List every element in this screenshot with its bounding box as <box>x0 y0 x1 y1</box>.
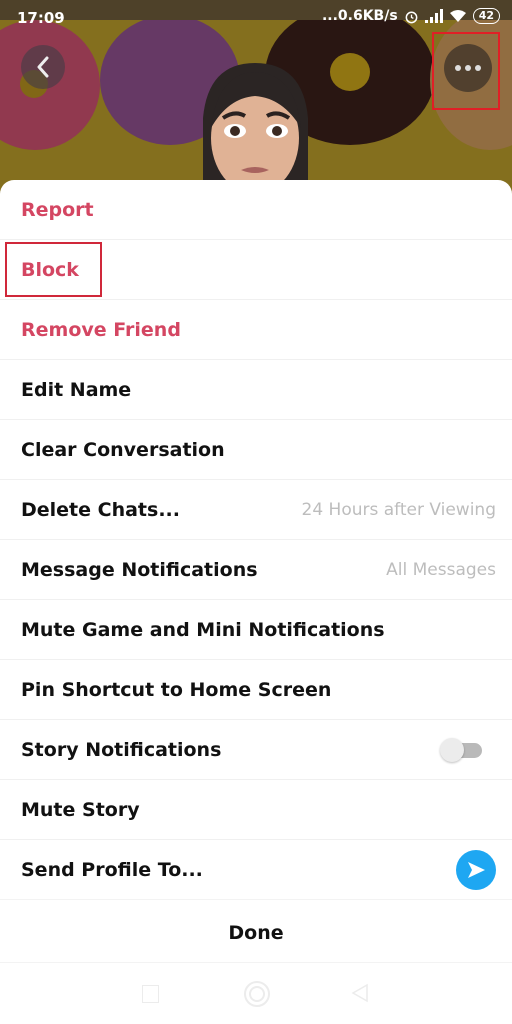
toggle-knob <box>440 737 464 762</box>
send-arrow-glyph-icon <box>468 861 485 878</box>
menu-item-label: Pin Shortcut to Home Screen <box>21 678 332 701</box>
menu-item-mute-game-notifications[interactable]: Mute Game and Mini Notifications <box>0 600 512 660</box>
wifi-icon <box>449 10 466 22</box>
menu-item-label: Story Notifications <box>21 738 222 761</box>
menu-item-label: Mute Game and Mini Notifications <box>21 618 385 641</box>
status-time: 17:09 <box>17 9 65 27</box>
send-arrow-icon[interactable] <box>456 849 496 890</box>
menu-item-label: Send Profile To... <box>21 858 203 881</box>
back-triangle-icon[interactable] <box>351 983 369 1003</box>
home-icon[interactable] <box>244 981 270 1007</box>
menu-item-label: Mute Story <box>21 798 140 821</box>
recents-icon[interactable] <box>142 985 159 1003</box>
menu-item-edit-name[interactable]: Edit Name <box>0 360 512 420</box>
status-bar: 17:09 ...0.6KB/s 42 <box>0 0 512 36</box>
menu-item-message-notifications[interactable]: Message Notifications All Messages <box>0 540 512 600</box>
menu-item-send-profile[interactable]: Send Profile To... <box>0 840 512 900</box>
done-button[interactable]: Done <box>0 903 512 963</box>
status-indicators: ...0.6KB/s 42 <box>322 8 500 24</box>
story-notifications-toggle[interactable] <box>440 737 482 762</box>
signal-icon <box>424 9 443 23</box>
menu-item-label: Clear Conversation <box>21 438 225 461</box>
bitmoji-avatar <box>203 63 308 198</box>
menu-item-mute-story[interactable]: Mute Story <box>0 780 512 840</box>
menu-item-pin-shortcut[interactable]: Pin Shortcut to Home Screen <box>0 660 512 720</box>
alarm-icon <box>405 11 418 23</box>
battery-icon: 42 <box>472 8 500 24</box>
menu-item-label: Remove Friend <box>21 318 181 341</box>
menu-item-label: Edit Name <box>21 378 132 401</box>
delete-chats-value: 24 Hours after Viewing <box>301 499 497 520</box>
system-navigation-bar <box>0 964 512 1024</box>
menu-item-story-notifications[interactable]: Story Notifications <box>0 720 512 780</box>
menu-item-label: Message Notifications <box>21 558 258 581</box>
menu-item-label: Report <box>21 198 94 221</box>
menu-item-clear-conversation[interactable]: Clear Conversation <box>0 420 512 480</box>
message-notifications-value: All Messages <box>386 559 496 580</box>
menu-item-delete-chats[interactable]: Delete Chats... 24 Hours after Viewing <box>0 480 512 540</box>
back-button[interactable] <box>21 45 65 89</box>
action-sheet: Report Block Remove Friend Edit Name Cle… <box>0 180 512 1024</box>
chevron-left-icon <box>37 56 49 78</box>
annotation-highlight-block <box>5 242 102 297</box>
network-speed: ...0.6KB/s <box>321 8 398 24</box>
annotation-highlight-more <box>432 32 500 110</box>
menu-item-report[interactable]: Report <box>0 180 512 240</box>
menu-item-remove-friend[interactable]: Remove Friend <box>0 300 512 360</box>
menu-item-label: Delete Chats... <box>21 498 180 521</box>
